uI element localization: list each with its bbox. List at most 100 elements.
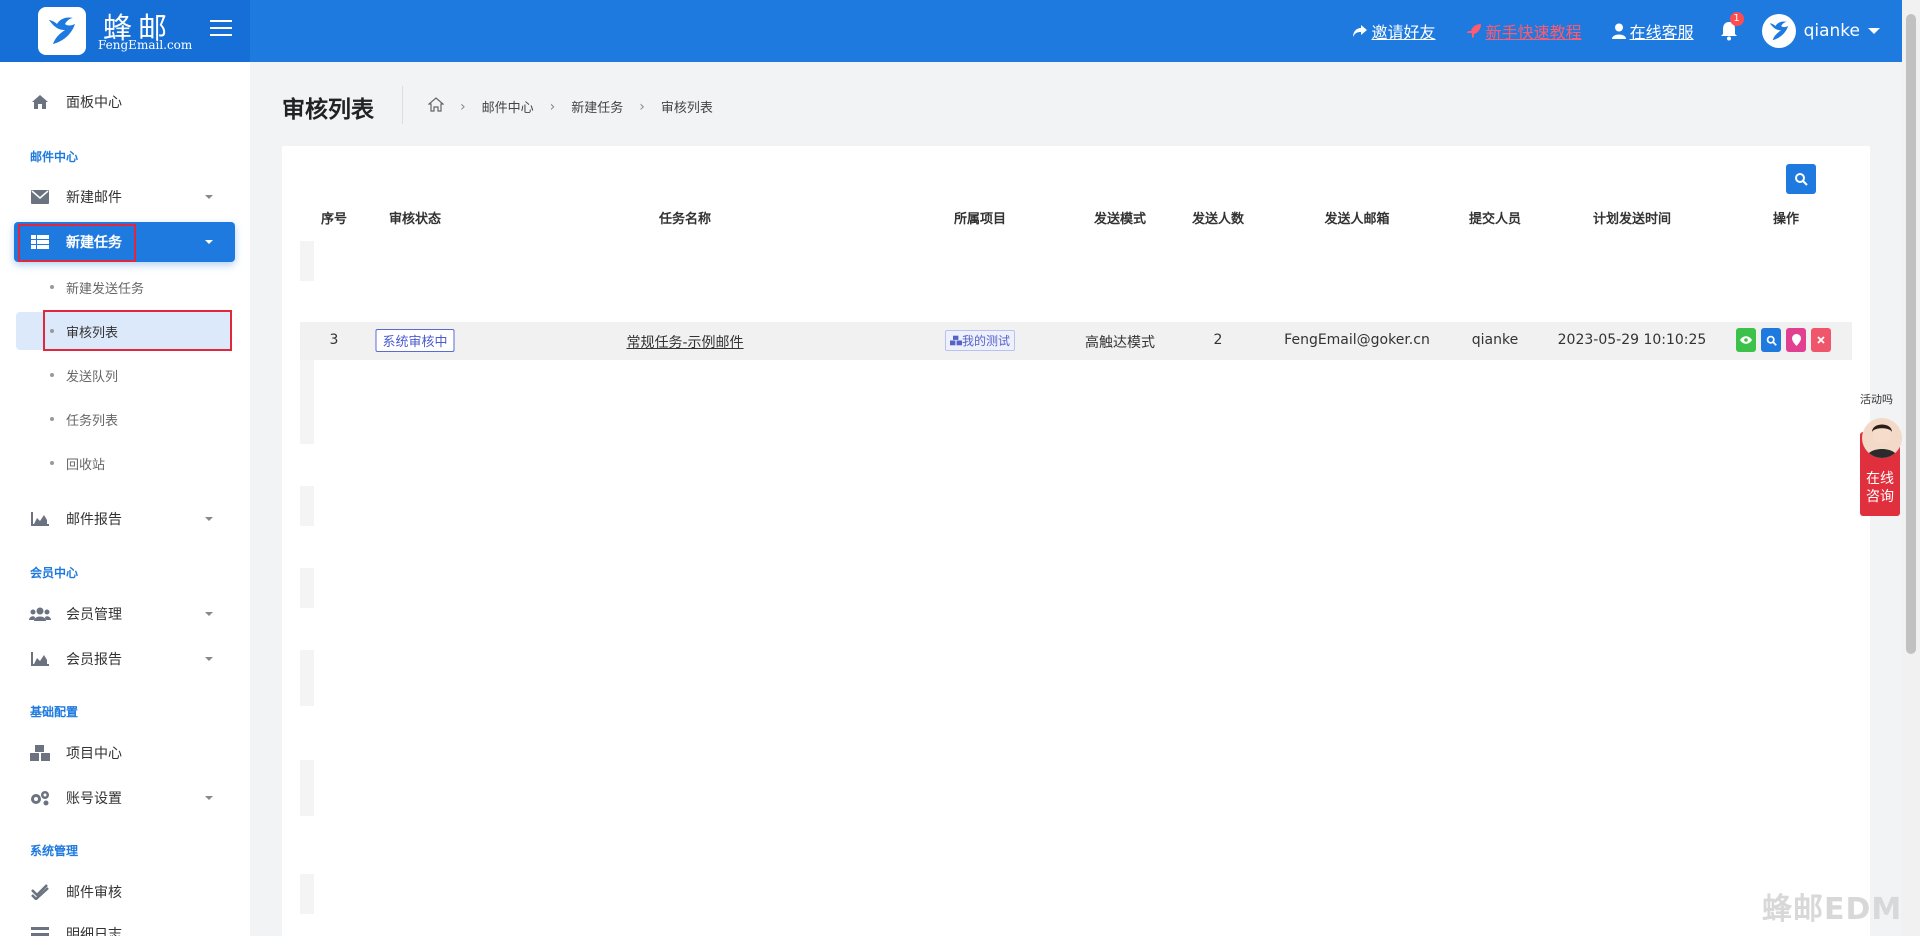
close-icon	[1817, 336, 1825, 344]
table-header: 序号 审核状态 任务名称 所属项目 发送模式 发送人数 发送人邮箱 提交人员 计…	[300, 208, 1852, 236]
col-sender: 发送人邮箱	[1324, 212, 1390, 227]
sidebar-item-label: 新建邮件	[66, 190, 122, 206]
gears-icon	[28, 790, 52, 806]
sidebar-item-member-manage[interactable]: 会员管理	[14, 594, 235, 634]
col-time: 计划发送时间	[1592, 212, 1672, 227]
home-icon[interactable]	[427, 97, 445, 116]
sidebar-item-label: 会员报告	[66, 652, 122, 668]
sidebar-item-label: 邮件审核	[66, 885, 122, 901]
view-button[interactable]	[1736, 328, 1756, 352]
sidebar-sub-label: 任务列表	[66, 413, 119, 429]
col-project: 所属项目	[953, 212, 1007, 227]
row-stripe	[300, 241, 314, 281]
cell-time: 2023-05-29 10:10:25	[1557, 332, 1707, 348]
row-stripe	[300, 650, 314, 706]
row-stripe	[300, 486, 314, 526]
notification-bell[interactable]: 1	[1720, 12, 1744, 41]
project-name: 我的测试	[961, 334, 1011, 348]
search-icon	[1766, 335, 1777, 346]
breadcrumb-item[interactable]: 新建任务	[571, 97, 623, 116]
col-index: 序号	[320, 212, 348, 227]
area-chart-icon	[28, 652, 52, 666]
sidebar-sub-label: 发送队列	[66, 369, 119, 385]
task-name-link[interactable]: 常规任务-示例邮件	[626, 332, 743, 352]
sidebar-item-label: 账号设置	[66, 791, 122, 807]
location-button[interactable]	[1786, 328, 1806, 352]
cell-submitter: qianke	[1471, 332, 1519, 348]
eye-icon	[1740, 336, 1752, 344]
chevron-down-icon	[205, 240, 213, 244]
sidebar-sub-task-list[interactable]: 任务列表	[16, 400, 232, 438]
section-member-center: 会员中心	[30, 566, 79, 580]
row-stripe	[300, 360, 314, 444]
detail-search-button[interactable]	[1761, 328, 1781, 352]
sidebar-sub-label: 回收站	[66, 457, 106, 473]
invite-friends-label: 邀请好友	[1371, 23, 1436, 42]
chevron-down-icon	[205, 517, 213, 521]
row-actions	[1736, 328, 1831, 352]
notification-count: 1	[1729, 12, 1744, 26]
list-icon	[28, 927, 52, 936]
scrollbar-thumb[interactable]	[1906, 14, 1916, 654]
rocket-icon	[1466, 24, 1481, 38]
area-chart-icon	[28, 512, 52, 526]
col-count: 发送人数	[1191, 212, 1245, 227]
online-support-label: 在线客服	[1629, 23, 1694, 42]
col-ops: 操作	[1772, 212, 1800, 227]
sidebar-item-label: 明细日志	[66, 927, 122, 936]
chevron-down-icon	[205, 796, 213, 800]
col-status: 审核状态	[388, 212, 442, 227]
menu-toggle-icon[interactable]	[210, 20, 232, 38]
section-basic-config: 基础配置	[30, 705, 79, 719]
sidebar-item-label: 会员管理	[66, 607, 122, 623]
sidebar: 面板中心 邮件中心 新建邮件 新建任务 新建发送任务 审核列表 发送队列 任务列…	[0, 62, 250, 936]
sidebar-item-mail-report[interactable]: 邮件报告	[14, 499, 235, 539]
section-system: 系统管理	[30, 844, 79, 858]
boxes-icon	[949, 335, 962, 346]
map-pin-icon	[1791, 334, 1801, 346]
double-check-icon	[28, 884, 52, 900]
page-scrollbar[interactable]	[1902, 0, 1920, 936]
sidebar-item-label: 面板中心	[66, 95, 122, 111]
float-activity-label: 活动吗	[1860, 393, 1893, 406]
users-icon	[28, 607, 52, 621]
sidebar-item-dashboard[interactable]: 面板中心	[14, 82, 235, 122]
col-name: 任务名称	[658, 212, 712, 227]
search-button[interactable]	[1786, 164, 1816, 194]
invite-friends-link[interactable]: 邀请好友	[1352, 19, 1436, 43]
user-menu[interactable]: qianke	[1761, 14, 1880, 48]
top-bar: 蜂邮 FengEmail.com 邀请好友 新手快速教程 在线客服 1 qian…	[0, 0, 1902, 62]
sidebar-sub-new-send-task[interactable]: 新建发送任务	[16, 268, 232, 306]
tutorial-link[interactable]: 新手快速教程	[1466, 19, 1582, 43]
sidebar-item-mail-review[interactable]: 邮件审核	[14, 872, 235, 912]
consult-text-line2: 咨询	[1866, 489, 1894, 505]
watermark: 蜂邮EDM	[1762, 892, 1903, 927]
cell-index: 3	[329, 332, 339, 348]
cell-sender: FengEmail@goker.cn	[1284, 332, 1430, 348]
online-support-link[interactable]: 在线客服	[1611, 19, 1694, 43]
consult-text-line1: 在线	[1866, 471, 1894, 487]
sidebar-item-project-center[interactable]: 项目中心	[14, 733, 235, 773]
sidebar-item-member-report[interactable]: 会员报告	[14, 639, 235, 679]
agent-avatar	[1862, 418, 1902, 458]
sidebar-sub-recycle[interactable]: 回收站	[16, 444, 232, 482]
delete-button[interactable]	[1811, 328, 1831, 352]
sidebar-item-detail-log[interactable]: 明细日志	[14, 914, 235, 936]
highlight-new-task	[18, 224, 136, 262]
status-badge: 系统审核中	[375, 329, 455, 352]
brand[interactable]: 蜂邮 FengEmail.com	[0, 0, 250, 62]
row-stripe	[300, 568, 314, 608]
table-row[interactable]: 3 系统审核中 常规任务-示例邮件 我的测试 高触达模式 2 FengEmail…	[300, 322, 1852, 360]
sidebar-item-new-mail[interactable]: 新建邮件	[14, 177, 235, 217]
cell-mode: 高触达模式	[1085, 335, 1155, 351]
col-mode: 发送模式	[1093, 212, 1147, 227]
envelope-icon	[28, 190, 52, 204]
project-tag: 我的测试	[944, 330, 1016, 351]
sidebar-sub-send-queue[interactable]: 发送队列	[16, 356, 232, 394]
breadcrumb: › 邮件中心 › 新建任务 › 审核列表	[427, 97, 713, 116]
sidebar-item-account-settings[interactable]: 账号设置	[14, 778, 235, 818]
home-icon	[28, 94, 52, 110]
user-icon	[1611, 23, 1626, 39]
breadcrumb-item[interactable]: 邮件中心	[482, 97, 534, 116]
search-icon	[1795, 173, 1808, 186]
